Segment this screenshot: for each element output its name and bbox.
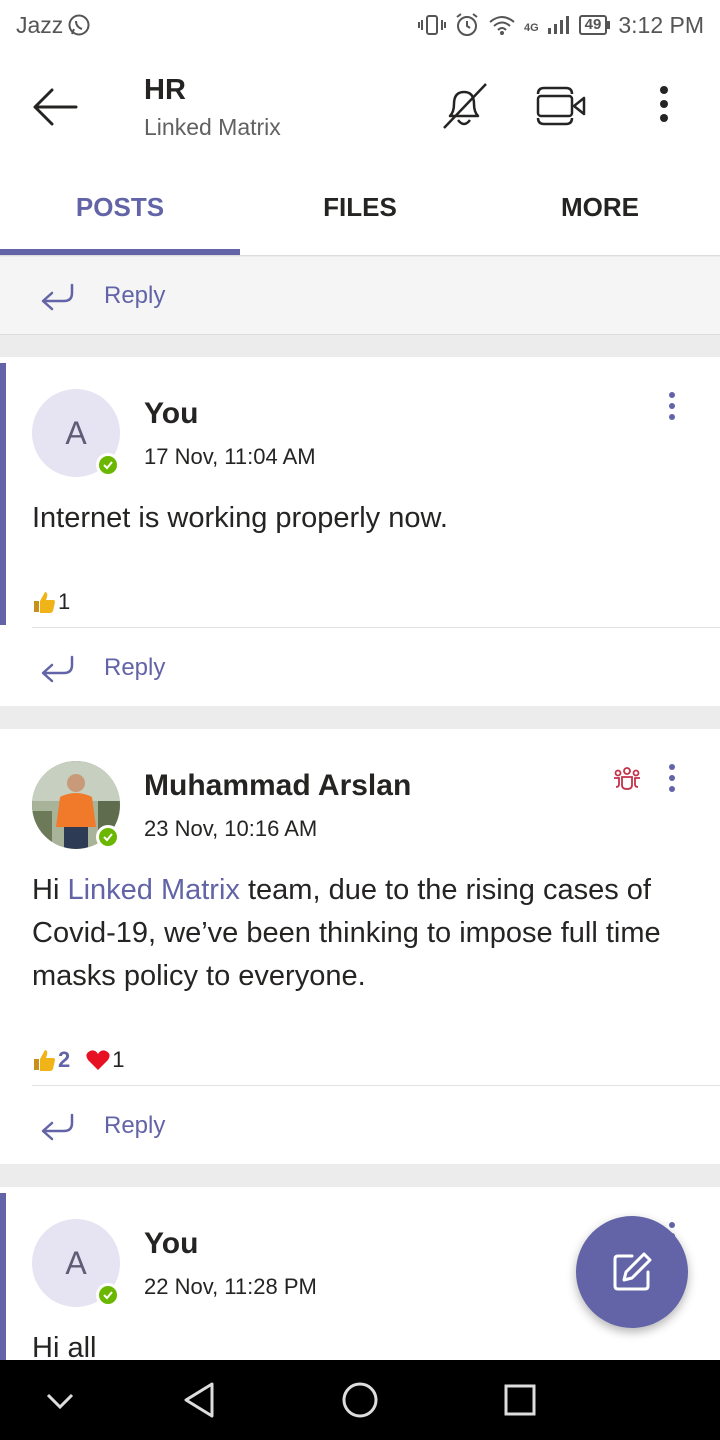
like-reaction[interactable]: 2 xyxy=(32,1047,70,1073)
status-bar: Jazz 4G 49 3:12 PM xyxy=(0,0,720,50)
clock: 3:12 PM xyxy=(618,11,704,38)
heart-reaction[interactable]: 1 xyxy=(86,1047,125,1073)
mute-bell-icon[interactable] xyxy=(436,78,492,134)
reply-icon xyxy=(41,283,74,311)
post-author: You xyxy=(144,397,199,430)
reply-icon xyxy=(41,655,74,683)
avatar-initial: A xyxy=(65,414,87,451)
reply-button[interactable]: Reply xyxy=(0,257,720,335)
channel-title: HR xyxy=(144,74,186,106)
like-count: 2 xyxy=(58,1047,71,1072)
mention-link[interactable]: Linked Matrix xyxy=(67,874,239,906)
tab-files[interactable]: FILES xyxy=(240,160,480,255)
nav-back-icon[interactable] xyxy=(178,1378,222,1422)
post-timestamp: 17 Nov, 11:04 AM xyxy=(144,444,316,469)
avatar[interactable]: A xyxy=(32,1219,120,1307)
reply-label: Reply xyxy=(104,282,166,309)
post-author: Muhammad Arslan xyxy=(144,769,412,802)
carrier-name: Jazz xyxy=(16,11,64,38)
message-text: Hi xyxy=(32,874,68,906)
nav-home-icon[interactable] xyxy=(338,1378,382,1422)
alarm-icon xyxy=(456,13,478,36)
like-count: 1 xyxy=(58,589,71,614)
post-timestamp: 23 Nov, 10:16 AM xyxy=(144,816,318,841)
reactions: 1 xyxy=(32,589,70,615)
battery-level: 49 xyxy=(578,15,608,35)
own-post-indicator xyxy=(0,1193,6,1360)
whatsapp-icon xyxy=(68,14,90,36)
divider xyxy=(32,627,720,628)
battery-indicator: 49 xyxy=(578,15,611,35)
presence-available-icon xyxy=(96,453,120,477)
team-name: Linked Matrix xyxy=(144,114,281,140)
reply-label: Reply xyxy=(104,1112,166,1139)
post-message: Internet is working properly now. xyxy=(32,502,448,534)
tab-posts[interactable]: POSTS xyxy=(0,160,240,255)
presence-available-icon xyxy=(96,825,120,849)
like-icon xyxy=(34,1050,55,1071)
nav-collapse-icon[interactable] xyxy=(38,1378,82,1422)
more-vertical-icon[interactable] xyxy=(660,759,684,799)
more-vertical-icon[interactable] xyxy=(636,78,692,134)
tab-more[interactable]: MORE xyxy=(480,160,720,255)
back-arrow-icon[interactable] xyxy=(26,78,84,136)
like-icon xyxy=(34,592,55,613)
reply-icon xyxy=(41,1113,74,1141)
signal-icon xyxy=(547,16,569,34)
more-vertical-icon[interactable] xyxy=(660,387,684,427)
divider xyxy=(32,1085,720,1086)
avatar[interactable] xyxy=(32,761,120,849)
post-card: Muhammad Arslan 23 Nov, 10:16 AM Hi Link… xyxy=(0,729,720,1164)
reactions: 2 1 xyxy=(32,1047,125,1073)
nav-recents-icon[interactable] xyxy=(498,1378,542,1422)
channel-tabs: POSTS FILES MORE xyxy=(0,160,720,256)
post-card: A You 17 Nov, 11:04 AM Internet is worki… xyxy=(0,357,720,706)
reply-button[interactable]: Reply xyxy=(0,629,720,707)
own-post-indicator xyxy=(0,363,6,625)
post-author: You xyxy=(144,1227,199,1260)
compose-icon xyxy=(613,1252,652,1291)
video-call-icon[interactable] xyxy=(532,78,588,134)
avatar[interactable]: A xyxy=(32,389,120,477)
vibrate-icon xyxy=(417,15,446,35)
wifi-icon xyxy=(489,16,515,35)
network-type: 4G xyxy=(523,21,539,34)
channel-header: HR Linked Matrix xyxy=(0,50,720,160)
heart-icon xyxy=(86,1050,110,1070)
system-nav-bar xyxy=(0,1360,720,1440)
heart-count: 1 xyxy=(112,1047,125,1072)
team-icon[interactable] xyxy=(612,763,642,793)
reply-label: Reply xyxy=(104,654,166,681)
new-post-button[interactable] xyxy=(576,1216,688,1328)
avatar-initial: A xyxy=(65,1244,87,1281)
reply-button[interactable]: Reply xyxy=(0,1087,720,1165)
presence-available-icon xyxy=(96,1283,120,1307)
like-reaction[interactable]: 1 xyxy=(32,589,70,615)
post-timestamp: 22 Nov, 11:28 PM xyxy=(144,1274,317,1299)
post-message: Hi Linked Matrix team, due to the rising… xyxy=(32,869,692,998)
post-message: Hi all xyxy=(32,1332,97,1360)
previous-post-reply: Reply xyxy=(0,257,720,335)
